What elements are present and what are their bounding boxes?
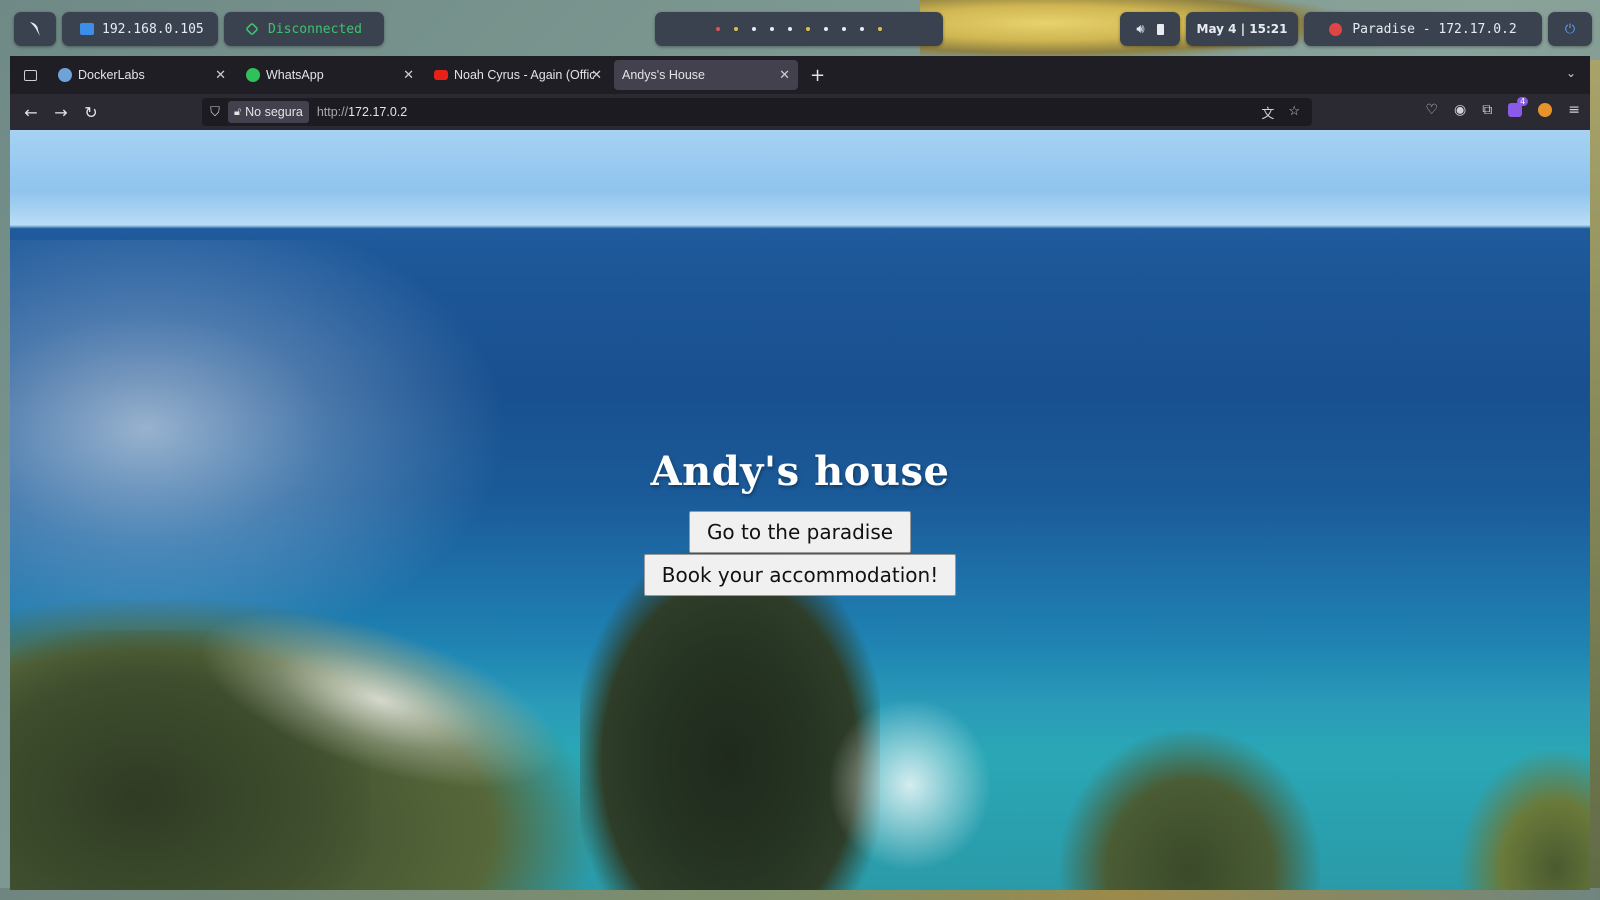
target-icon <box>1329 22 1343 36</box>
chevron-down-icon[interactable]: ⌄ <box>1566 66 1576 80</box>
workspace-dot[interactable] <box>770 27 774 31</box>
workspace-dot[interactable] <box>752 27 756 31</box>
whatsapp-favicon <box>246 68 260 82</box>
tab-label: DockerLabs <box>78 68 145 82</box>
security-label: No segura <box>245 105 303 119</box>
navigation-toolbar: ← → ↻ ⛉ 🔓︎ No segura http://172.17.0.2 文… <box>10 94 1590 130</box>
tab-dockerlabs[interactable]: DockerLabs ✕ <box>50 60 234 90</box>
target-widget[interactable]: Paradise - 172.17.0.2 <box>1304 12 1542 46</box>
vpn-shield-icon <box>245 22 259 36</box>
extension-badge: 4 <box>1517 97 1529 106</box>
workspace-dot[interactable] <box>806 27 810 31</box>
new-tab-button[interactable]: + <box>810 65 825 86</box>
tab-whatsapp[interactable]: WhatsApp ✕ <box>238 60 422 90</box>
tabs-overview-icon <box>23 69 37 81</box>
power-icon: ⏻ <box>1564 21 1576 37</box>
menu-icon[interactable]: ≡ <box>1568 102 1580 118</box>
workspace-switcher[interactable] <box>655 12 943 46</box>
close-tab-icon[interactable]: ✕ <box>215 67 226 83</box>
target-label: Paradise - 172.17.0.2 <box>1352 21 1517 37</box>
tab-strip: DockerLabs ✕ WhatsApp ✕ Noah Cyrus - Aga… <box>10 56 1590 94</box>
page-title: Andy's house <box>650 448 950 495</box>
clock[interactable]: May 4 | 15:21 <box>1186 12 1298 46</box>
bush <box>1460 750 1590 890</box>
tab-label: WhatsApp <box>266 68 324 82</box>
surf-foam <box>830 700 990 870</box>
workspace-dot[interactable] <box>824 27 828 31</box>
volume-icon[interactable]: 🔊︎ <box>1136 22 1144 37</box>
foxyproxy-icon[interactable] <box>1538 103 1553 117</box>
book-accommodation-button[interactable]: Book your accommodation! <box>643 554 957 596</box>
close-tab-icon[interactable]: ✕ <box>591 67 602 83</box>
back-button[interactable]: ← <box>16 98 46 126</box>
url-host: 172.17.0.2 <box>348 105 408 119</box>
site-security-indicator[interactable]: 🔓︎ No segura <box>228 101 309 123</box>
browser-window: DockerLabs ✕ WhatsApp ✕ Noah Cyrus - Aga… <box>10 56 1590 890</box>
workspace-dot[interactable] <box>878 27 882 31</box>
battery-icon[interactable] <box>1156 23 1164 35</box>
extension-icon[interactable]: 4 <box>1508 97 1529 117</box>
workspace-dot[interactable] <box>842 27 846 31</box>
translate-icon[interactable]: 文 <box>1261 103 1274 122</box>
forward-button[interactable]: → <box>46 98 76 126</box>
monitor-icon <box>80 23 94 35</box>
arrow-right-icon: → <box>54 102 68 122</box>
extensions-icon[interactable]: ⧉ <box>1482 102 1492 118</box>
workspace-dot[interactable] <box>734 27 738 31</box>
tab-youtube[interactable]: Noah Cyrus - Again (Offic ✕ <box>426 60 610 90</box>
vpn-widget[interactable]: Disconnected <box>224 12 384 46</box>
workspace-dot[interactable] <box>860 27 864 31</box>
url-scheme: http:// <box>316 105 349 119</box>
workspace-dot[interactable] <box>788 27 792 31</box>
pocket-icon[interactable]: ♡ <box>1425 102 1438 118</box>
system-tray[interactable]: 🔊︎ <box>1120 12 1180 46</box>
arrow-left-icon: ← <box>24 102 38 122</box>
close-tab-icon[interactable]: ✕ <box>403 67 414 83</box>
tab-label: Noah Cyrus - Again (Offic <box>454 68 594 82</box>
launcher-button[interactable] <box>14 12 56 46</box>
bush <box>1060 730 1320 890</box>
youtube-favicon <box>434 70 448 80</box>
tab-list-button[interactable] <box>14 61 46 89</box>
url-text[interactable]: http://172.17.0.2 <box>317 105 407 119</box>
date-time: May 4 | 15:21 <box>1196 22 1288 36</box>
ip-widget[interactable]: 192.168.0.105 <box>62 12 218 46</box>
address-bar[interactable]: ⛉ 🔓︎ No segura http://172.17.0.2 文 ☆ <box>202 98 1312 126</box>
go-to-paradise-button[interactable]: Go to the paradise <box>688 511 912 553</box>
ip-address: 192.168.0.105 <box>102 21 204 37</box>
power-button[interactable]: ⏻ <box>1548 12 1592 46</box>
bookmark-star-icon[interactable]: ☆ <box>1288 103 1300 122</box>
kali-dragon-icon <box>30 22 40 36</box>
tracking-shield-icon[interactable]: ⛉ <box>202 104 228 120</box>
tab-andys-house[interactable]: Andys's House ✕ <box>614 60 798 90</box>
tab-label: Andys's House <box>622 68 705 82</box>
dockerlabs-favicon <box>58 68 72 82</box>
vpn-status: Disconnected <box>268 21 362 37</box>
hero-section: Andy's house Go to the paradise Book you… <box>10 448 1590 596</box>
web-page: Andy's house Go to the paradise Book you… <box>10 130 1590 890</box>
lock-slash-icon: 🔓︎ <box>234 105 242 118</box>
workspace-dot[interactable] <box>716 27 720 31</box>
reload-icon: ↻ <box>84 102 98 122</box>
close-tab-icon[interactable]: ✕ <box>779 67 790 83</box>
reload-button[interactable]: ↻ <box>76 98 106 126</box>
account-icon[interactable]: ◉ <box>1454 102 1466 118</box>
